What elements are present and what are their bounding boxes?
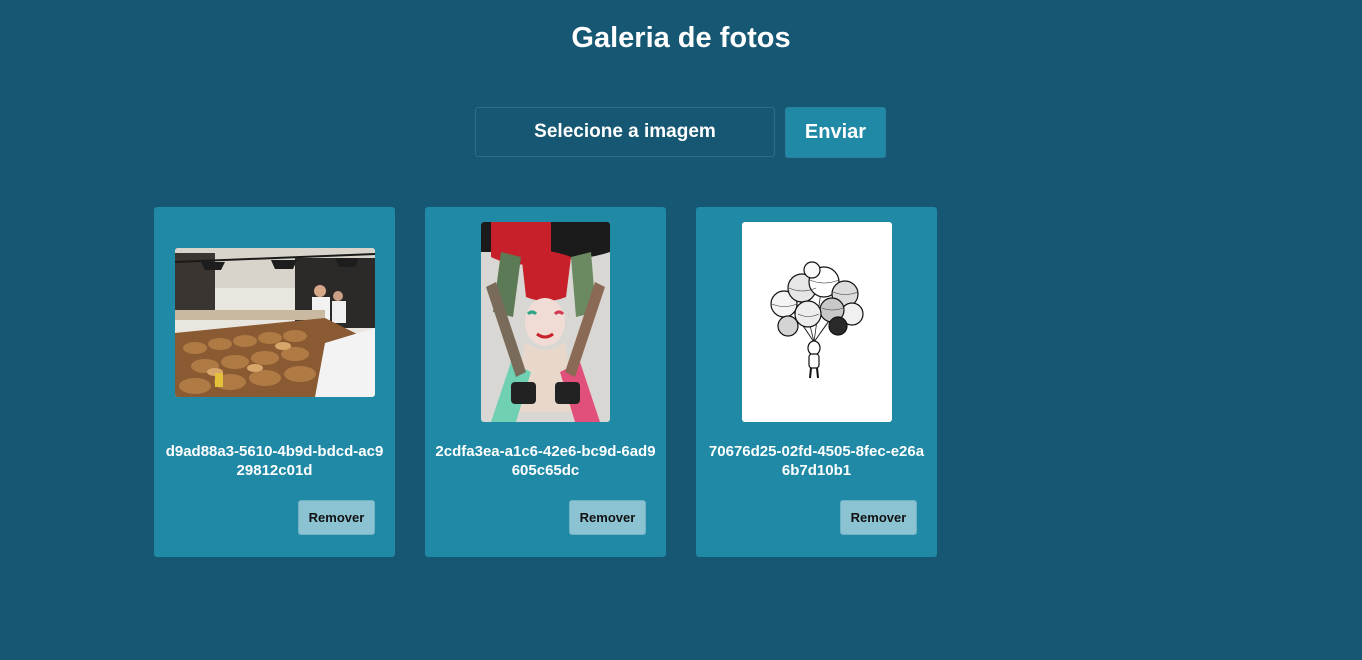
photo-caption: 2cdfa3ea-a1c6-42e6-bc9d-6ad9605c65dc	[435, 443, 656, 479]
photo-frame	[696, 222, 937, 422]
bakery-photo	[174, 247, 375, 397]
photo-frame	[154, 222, 395, 422]
photo-card: d9ad88a3-5610-4b9d-bdcd-ac929812c01d Rem…	[154, 207, 395, 557]
astronaut-illustration	[741, 222, 892, 422]
remove-button[interactable]: Remover	[840, 500, 917, 535]
gallery-page: Galeria de fotos Selecione a imagem Envi…	[0, 0, 1362, 660]
remove-button[interactable]: Remover	[298, 500, 375, 535]
photo-frame	[425, 222, 666, 422]
send-button[interactable]: Enviar	[785, 107, 886, 158]
photo-card: 2cdfa3ea-a1c6-42e6-bc9d-6ad9605c65dc Rem…	[425, 207, 666, 557]
page-title: Galeria de fotos	[571, 22, 791, 54]
file-select-input[interactable]: Selecione a imagem	[475, 107, 775, 157]
upload-form: Selecione a imagem Enviar	[475, 107, 886, 158]
photo-gallery: d9ad88a3-5610-4b9d-bdcd-ac929812c01d Rem…	[154, 207, 937, 557]
photo-caption: 70676d25-02fd-4505-8fec-e26a6b7d10b1	[708, 443, 925, 479]
photo-caption: d9ad88a3-5610-4b9d-bdcd-ac929812c01d	[165, 443, 384, 479]
remove-button[interactable]: Remover	[569, 500, 646, 535]
photo-card: 70676d25-02fd-4505-8fec-e26a6b7d10b1 Rem…	[696, 207, 937, 557]
cosplay-photo	[481, 222, 610, 422]
